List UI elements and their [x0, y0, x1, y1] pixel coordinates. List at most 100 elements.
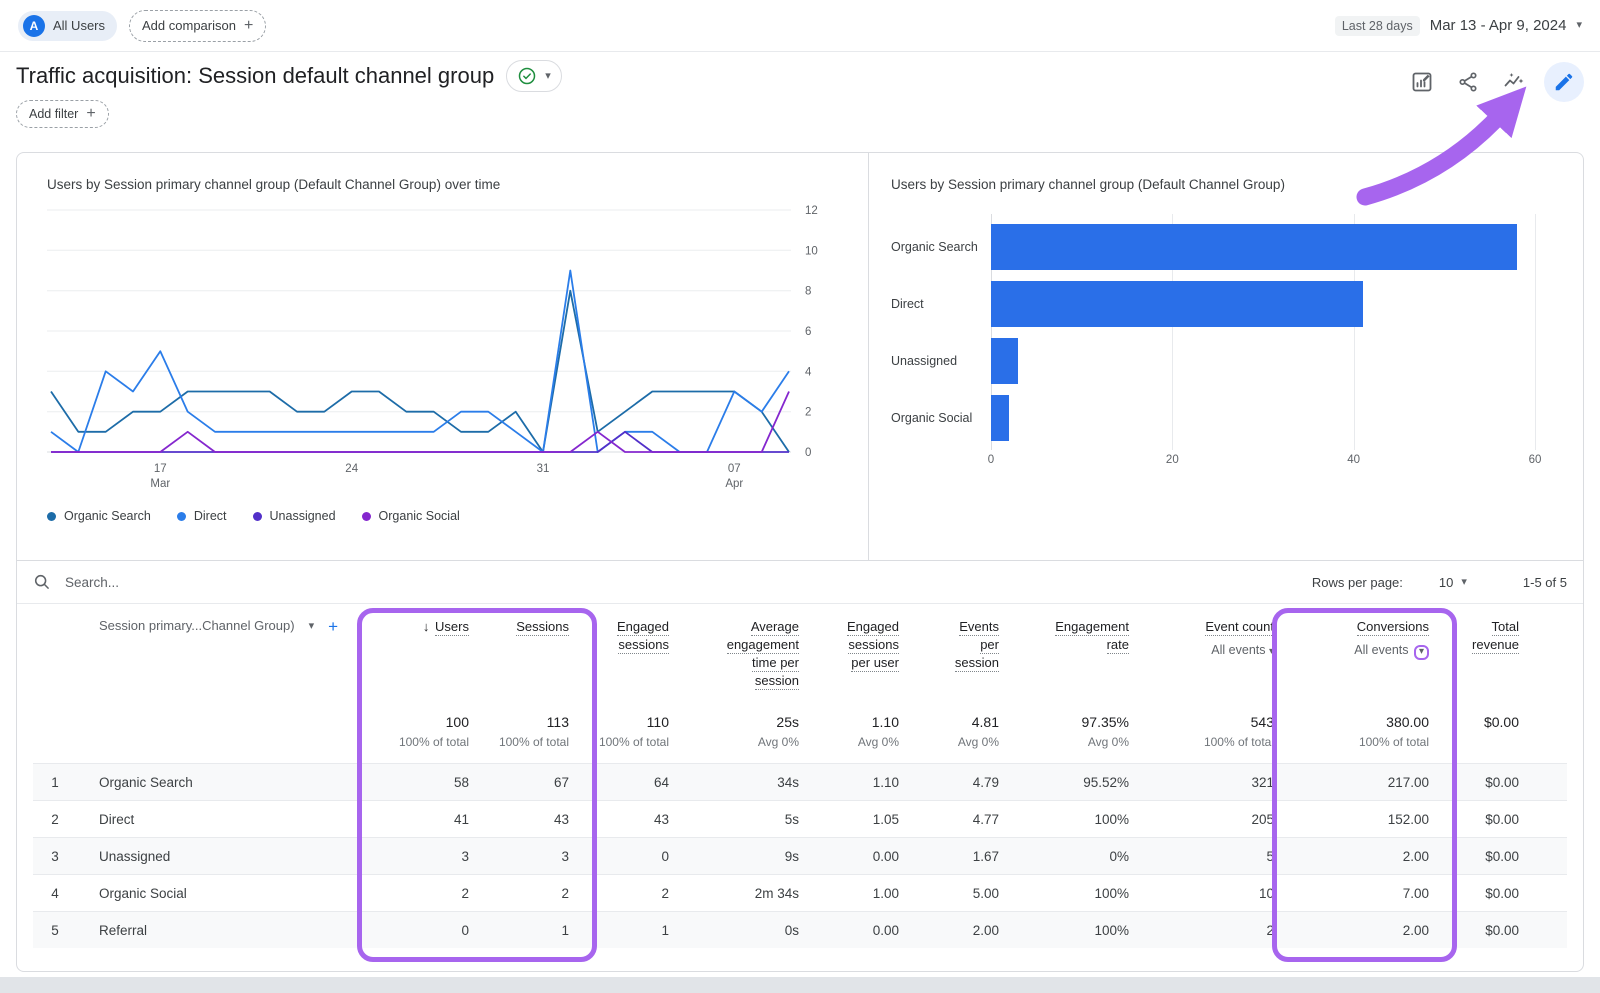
- legend-item-organic-search: Organic Search: [47, 509, 151, 523]
- audience-chip-label: All Users: [53, 18, 105, 33]
- cell-events-per-session: 5.00: [917, 875, 1017, 911]
- bar-chart: Organic SearchDirectUnassignedOrganic So…: [891, 218, 1535, 476]
- totals-cell-event-count: 543100% of total: [1147, 700, 1292, 763]
- rows-per-page-label: Rows per page:: [1312, 575, 1403, 590]
- cell-engaged-sessions-per-user: 1.10: [817, 764, 917, 800]
- cell-event-count: 5: [1147, 838, 1292, 874]
- svg-text:6: 6: [805, 326, 811, 338]
- pencil-icon: [1553, 71, 1575, 93]
- bar-chart-x-axis: 0204060: [991, 450, 1535, 472]
- cell-engaged-sessions: 64: [587, 764, 687, 800]
- bar-row-direct: Direct: [891, 275, 1535, 332]
- add-comparison-button[interactable]: Add comparison +: [129, 10, 266, 42]
- table-row-direct: 2Direct4143435s1.054.77100%205152.00$0.0…: [33, 800, 1567, 837]
- add-filter-button[interactable]: Add filter +: [16, 100, 109, 128]
- cell-conversions: 2.00: [1292, 838, 1447, 874]
- svg-text:17: 17: [154, 463, 167, 475]
- bar-category-label: Direct: [891, 297, 991, 311]
- cell-conversions: 152.00: [1292, 801, 1447, 837]
- column-header-event-count[interactable]: Event countAll events ▾: [1147, 604, 1292, 700]
- legend-item-organic-social: Organic Social: [362, 509, 460, 523]
- insights-button[interactable]: [1498, 66, 1530, 98]
- check-circle-icon: [517, 66, 537, 86]
- column-header-conversions[interactable]: ConversionsAll events ▾: [1292, 604, 1447, 700]
- chevron-down-icon: ▾: [545, 71, 551, 82]
- legend-label: Unassigned: [270, 509, 336, 523]
- table-row-referral: 5Referral0110s0.002.00100%22.00$0.00: [33, 911, 1567, 948]
- date-range-picker[interactable]: Last 28 days Mar 13 - Apr 9, 2024 ▾: [1335, 16, 1582, 36]
- svg-text:12: 12: [805, 205, 818, 217]
- column-header-engaged-sessions-per-user[interactable]: Engagedsessionsper user: [817, 604, 917, 700]
- svg-text:24: 24: [345, 463, 358, 475]
- totals-cell-engaged-sessions: 110100% of total: [587, 700, 687, 763]
- cell-total-revenue: $0.00: [1447, 875, 1567, 911]
- line-chart-legend: Organic SearchDirectUnassignedOrganic So…: [47, 509, 850, 523]
- totals-cell-engagement-rate: 97.35%Avg 0%: [1017, 700, 1147, 763]
- channel-name: Referral: [77, 912, 377, 948]
- customize-report-button[interactable]: [1406, 66, 1438, 98]
- cell-avg-engagement-time: 9s: [687, 838, 817, 874]
- cell-avg-engagement-time: 2m 34s: [687, 875, 817, 911]
- chevron-down-icon[interactable]: ▾: [1461, 577, 1467, 588]
- cell-engagement-rate: 0%: [1017, 838, 1147, 874]
- chevron-down-icon[interactable]: ▾: [309, 621, 315, 632]
- page-title: Traffic acquisition: Session default cha…: [16, 63, 494, 89]
- svg-text:31: 31: [537, 463, 550, 475]
- pagination-range: 1-5 of 5: [1523, 575, 1567, 590]
- column-header-users[interactable]: ↓ Users: [377, 604, 487, 700]
- bar-unassigned: [991, 338, 1018, 384]
- cell-sessions: 2: [487, 875, 587, 911]
- bar-chart-panel: Users by Session primary channel group (…: [869, 153, 1583, 560]
- cell-event-count: 205: [1147, 801, 1292, 837]
- channel-name: Organic Social: [77, 875, 377, 911]
- cell-events-per-session: 4.77: [917, 801, 1017, 837]
- totals-cell-sessions: 113100% of total: [487, 700, 587, 763]
- column-header-total-revenue[interactable]: Totalrevenue: [1447, 604, 1567, 700]
- add-comparison-label: Add comparison: [142, 18, 236, 33]
- edit-report-button[interactable]: [1544, 62, 1584, 102]
- cell-events-per-session: 2.00: [917, 912, 1017, 948]
- column-header-events-per-session[interactable]: Eventspersession: [917, 604, 1017, 700]
- channel-name: Direct: [77, 801, 377, 837]
- audience-chips: A All Users Add comparison +: [18, 10, 266, 42]
- table-totals-row: 100100% of total113100% of total110100% …: [33, 700, 1567, 763]
- column-header-sessions[interactable]: Sessions: [487, 604, 587, 700]
- cell-engaged-sessions-per-user: 0.00: [817, 912, 917, 948]
- search-input[interactable]: [63, 574, 387, 591]
- totals-cell-events-per-session: 4.81Avg 0%: [917, 700, 1017, 763]
- cell-conversions: 7.00: [1292, 875, 1447, 911]
- totals-cell-avg-engagement-time: 25sAvg 0%: [687, 700, 817, 763]
- row-number: 1: [33, 764, 77, 800]
- chevron-down-icon[interactable]: ▾: [1269, 646, 1274, 657]
- share-report-button[interactable]: [1452, 66, 1484, 98]
- rows-per-page-value[interactable]: 10: [1439, 575, 1453, 590]
- ga4-traffic-acquisition-report: A All Users Add comparison + Last 28 day…: [0, 0, 1600, 993]
- legend-dot: [253, 512, 262, 521]
- totals-cell-users: 100100% of total: [377, 700, 487, 763]
- row-number: 3: [33, 838, 77, 874]
- column-header-engaged-sessions[interactable]: Engagedsessions: [587, 604, 687, 700]
- add-dimension-icon[interactable]: +: [328, 618, 338, 635]
- svg-text:07: 07: [728, 463, 741, 475]
- report-validity-badge[interactable]: ▾: [506, 60, 562, 92]
- line-chart: 12108642017Mar243107Apr: [47, 200, 847, 494]
- bottom-strip: [0, 977, 1600, 993]
- legend-label: Organic Search: [64, 509, 151, 523]
- conversions-event-dropdown-icon[interactable]: ▾: [1414, 645, 1429, 660]
- bar-organic-search: [991, 224, 1517, 270]
- title-row: Traffic acquisition: Session default cha…: [16, 60, 1584, 102]
- bar-direct: [991, 281, 1363, 327]
- cell-events-per-session: 1.67: [917, 838, 1017, 874]
- totals-cell-total-revenue: $0.00: [1447, 700, 1567, 763]
- audience-chip-all-users[interactable]: A All Users: [18, 11, 117, 41]
- search-icon: [33, 573, 51, 591]
- chevron-down-icon: ▾: [1576, 20, 1582, 31]
- cell-event-count: 10: [1147, 875, 1292, 911]
- cell-avg-engagement-time: 5s: [687, 801, 817, 837]
- cell-engagement-rate: 100%: [1017, 912, 1147, 948]
- column-header-avg-engagement-time[interactable]: Averageengagementtime persession: [687, 604, 817, 700]
- column-header-engagement-rate[interactable]: Engagementrate: [1017, 604, 1147, 700]
- column-header-dimension[interactable]: Session primary...Channel Group)▾+: [77, 604, 377, 700]
- add-filter-label: Add filter: [29, 107, 78, 121]
- date-preset-label: Last 28 days: [1335, 16, 1420, 36]
